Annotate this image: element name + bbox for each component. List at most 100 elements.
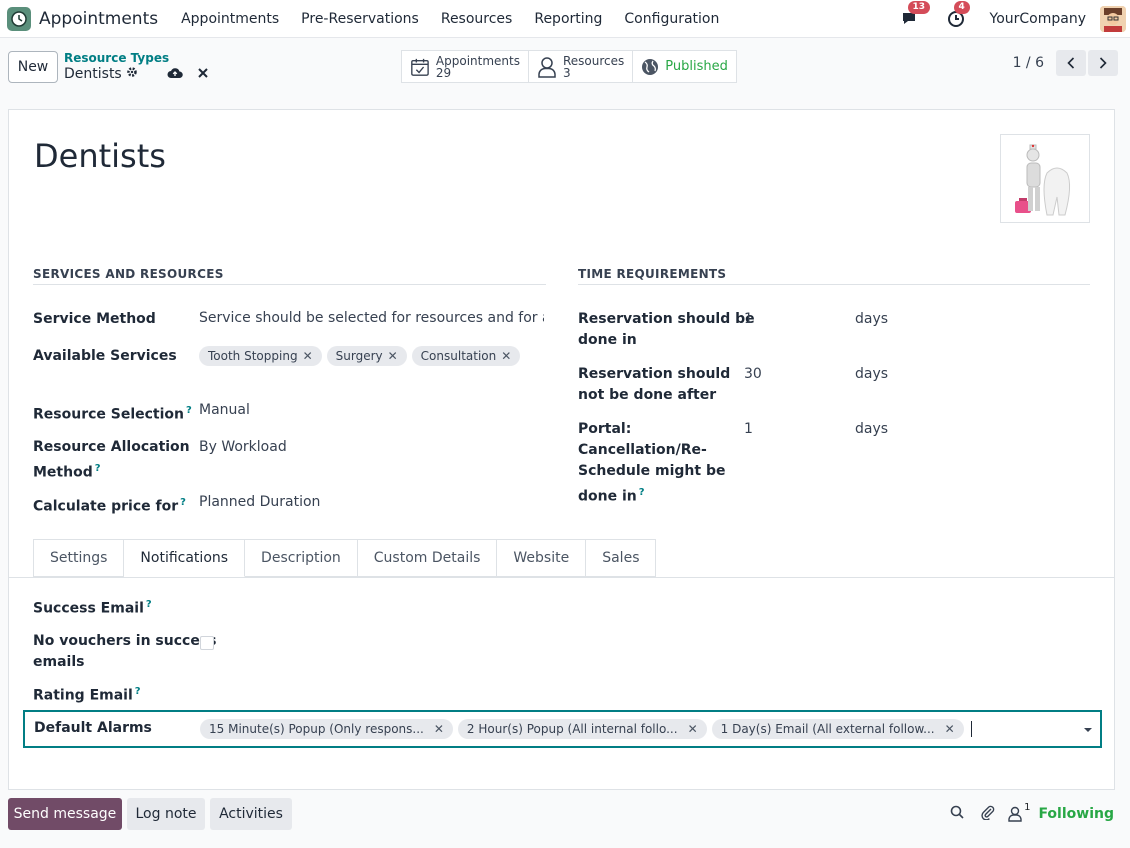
days-unit: days xyxy=(855,421,889,437)
available-services-field[interactable]: Tooth Stopping ✕ Surgery ✕ Consultation ✕ xyxy=(199,346,525,366)
menu-resources[interactable]: Resources xyxy=(430,11,524,27)
no-vouchers-checkbox[interactable] xyxy=(200,636,214,650)
search-icon[interactable] xyxy=(950,805,964,823)
followers-user-icon[interactable]: 1 xyxy=(1008,802,1030,822)
published-label: Published xyxy=(665,59,728,74)
help-icon[interactable]: ? xyxy=(186,405,192,416)
user-icon xyxy=(538,56,556,78)
service-method-label: Service Method xyxy=(33,311,156,327)
help-icon[interactable]: ? xyxy=(180,497,186,508)
remove-tag-icon[interactable]: ✕ xyxy=(688,722,698,736)
paperclip-icon[interactable] xyxy=(980,804,996,824)
resources-smart-count: 3 xyxy=(563,65,571,80)
company-switcher[interactable]: YourCompany xyxy=(990,11,1087,27)
text-cursor xyxy=(970,721,972,737)
time-section-heading: TIME REQUIREMENTS xyxy=(578,267,1090,285)
top-navbar: Appointments Appointments Pre-Reservatio… xyxy=(0,0,1130,38)
reservation-done-in-label: Reservation should be done in xyxy=(578,311,755,348)
navbar-systray: 13 4 YourCompany xyxy=(898,0,1130,38)
activities-button[interactable]: Activities xyxy=(210,798,292,830)
log-note-button[interactable]: Log note xyxy=(127,798,205,830)
user-avatar[interactable] xyxy=(1100,6,1126,32)
appointments-app-icon[interactable] xyxy=(7,6,31,31)
reservation-done-in-field[interactable]: 1 xyxy=(744,311,753,327)
remove-tag-icon[interactable]: ✕ xyxy=(945,722,955,736)
help-icon[interactable]: ? xyxy=(639,487,645,498)
pager-next-button[interactable] xyxy=(1088,50,1118,76)
breadcrumb-current-label: Dentists xyxy=(64,66,122,82)
service-method-field[interactable]: Service should be selected for resources… xyxy=(199,310,544,326)
calendar-check-icon xyxy=(411,58,429,76)
tab-sales[interactable]: Sales xyxy=(586,539,657,577)
cloud-save-icon[interactable] xyxy=(167,66,183,80)
gear-icon[interactable] xyxy=(126,66,138,82)
activities-badge: 4 xyxy=(953,1,970,14)
app-name[interactable]: Appointments xyxy=(39,9,158,29)
chatter-bar: Send message Log note Activities 1 Follo… xyxy=(0,798,1130,832)
reservation-not-after-label: Reservation should not be done after xyxy=(578,366,731,403)
following-button[interactable]: Following xyxy=(1038,806,1114,822)
resources-smart-button[interactable]: Resources 3 xyxy=(529,51,634,82)
activities-clock-icon[interactable]: 4 xyxy=(944,1,970,31)
appointments-smart-count: 29 xyxy=(435,65,452,80)
notebook-tabs: Settings Notifications Description Custo… xyxy=(33,539,657,577)
rating-email-label: Rating Email? xyxy=(33,686,141,704)
form-sheet: Dentists SERVICES AND RESOURCES TIME REQ… xyxy=(8,109,1115,790)
send-message-button[interactable]: Send message xyxy=(8,798,122,830)
chevron-left-icon xyxy=(1067,57,1075,69)
help-icon[interactable]: ? xyxy=(95,463,101,474)
breadcrumb-current: Dentists xyxy=(64,66,169,82)
smart-buttons: Appointments 29 Resources 3 Published xyxy=(401,50,737,83)
remove-tag-icon[interactable]: ✕ xyxy=(434,722,444,736)
menu-configuration[interactable]: Configuration xyxy=(613,11,730,27)
portal-cancellation-field[interactable]: 1 xyxy=(744,421,753,437)
portal-cancellation-label: Portal: Cancellation/Re- Schedule might be… xyxy=(578,421,726,505)
dropdown-caret-icon[interactable] xyxy=(1084,728,1092,732)
menu-appointments[interactable]: Appointments xyxy=(170,11,290,27)
help-icon[interactable]: ? xyxy=(135,686,141,697)
breadcrumb-parent[interactable]: Resource Types xyxy=(64,51,169,66)
discard-icon[interactable] xyxy=(195,66,211,80)
no-vouchers-label: No vouchers in success emails xyxy=(33,633,217,670)
resource-selection-label: Resource Selection? xyxy=(33,405,192,423)
days-unit: days xyxy=(855,366,889,382)
pager-previous-button[interactable] xyxy=(1056,50,1086,76)
resource-type-image[interactable] xyxy=(1000,134,1090,223)
appointments-smart-label: Appointments xyxy=(435,53,520,68)
chatter-tools: 1 Following xyxy=(950,802,1114,824)
calculate-price-field[interactable]: Planned Duration xyxy=(199,494,320,510)
control-panel: New Resource Types Dentists Appointments… xyxy=(0,38,1130,96)
calculate-price-label: Calculate price for? xyxy=(33,497,186,515)
service-tag: Surgery ✕ xyxy=(326,346,407,366)
service-tag: Consultation ✕ xyxy=(411,346,521,366)
pager: 1 / 6 xyxy=(1013,50,1118,76)
alarm-tag: 15 Minute(s) Popup (Only respons... ✕ xyxy=(200,719,453,739)
main-menu: Appointments Pre-Reservations Resources … xyxy=(170,11,730,27)
published-smart-button[interactable]: Published xyxy=(633,51,736,82)
service-tag: Tooth Stopping ✕ xyxy=(199,346,322,366)
tab-description[interactable]: Description xyxy=(245,539,358,577)
alarm-tag: 1 Day(s) Email (All external follow... ✕ xyxy=(711,719,964,739)
record-title[interactable]: Dentists xyxy=(34,137,166,175)
remove-tag-icon[interactable]: ✕ xyxy=(388,349,398,363)
success-email-label: Success Email? xyxy=(33,599,152,617)
default-alarms-field[interactable]: 15 Minute(s) Popup (Only respons... ✕ 2 H… xyxy=(200,719,972,739)
help-icon[interactable]: ? xyxy=(146,599,152,610)
messages-badge: 13 xyxy=(907,1,931,14)
pager-value[interactable]: 1 / 6 xyxy=(1013,55,1044,71)
tab-website[interactable]: Website xyxy=(497,539,587,577)
remove-tag-icon[interactable]: ✕ xyxy=(501,349,511,363)
default-alarms-label: Default Alarms xyxy=(34,720,152,736)
menu-reporting[interactable]: Reporting xyxy=(523,11,613,27)
remove-tag-icon[interactable]: ✕ xyxy=(303,349,313,363)
appointments-smart-button[interactable]: Appointments 29 xyxy=(402,51,529,82)
menu-pre-reservations[interactable]: Pre-Reservations xyxy=(290,11,430,27)
messages-icon[interactable]: 13 xyxy=(898,1,931,31)
reservation-not-after-field[interactable]: 30 xyxy=(744,366,762,382)
new-button[interactable]: New xyxy=(8,51,58,83)
tab-notifications[interactable]: Notifications xyxy=(124,539,246,577)
resource-allocation-field[interactable]: By Workload xyxy=(199,439,287,455)
tab-settings[interactable]: Settings xyxy=(33,539,125,577)
tab-custom-details[interactable]: Custom Details xyxy=(357,539,498,577)
resource-selection-field[interactable]: Manual xyxy=(199,402,250,418)
